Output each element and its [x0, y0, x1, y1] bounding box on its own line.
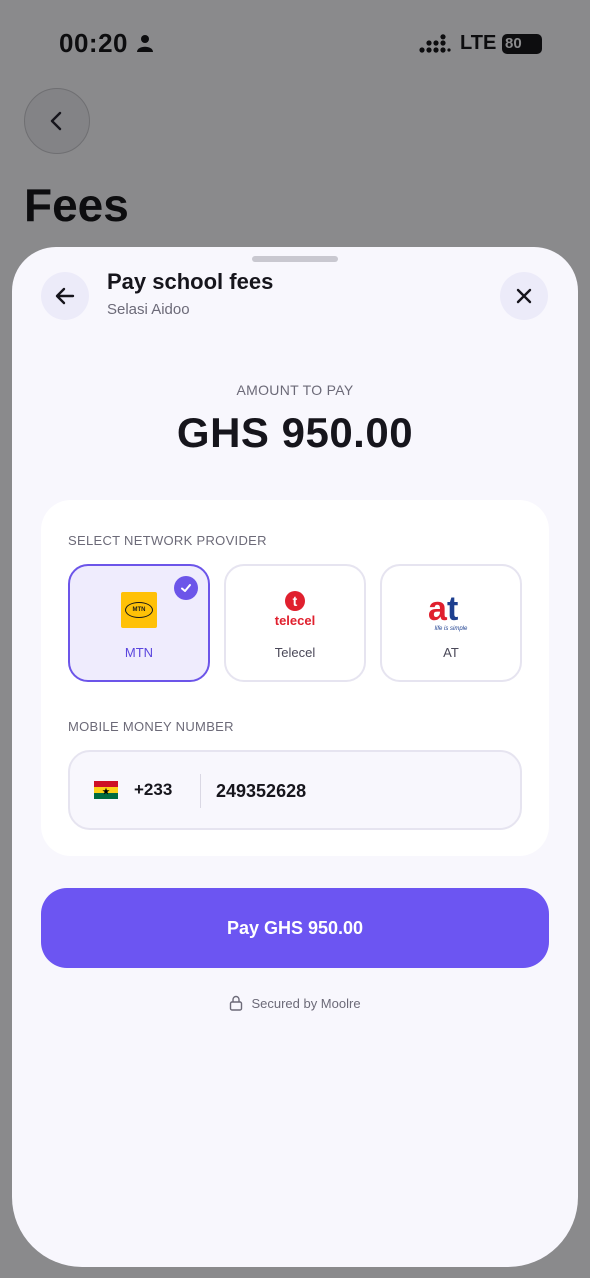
svg-text:life is simple: life is simple — [435, 626, 468, 632]
background-back-button[interactable] — [24, 88, 90, 154]
phone-number-input[interactable] — [216, 772, 506, 810]
status-time: 00:20 — [59, 28, 128, 58]
provider-option-mtn[interactable]: MTN MTN — [68, 564, 210, 682]
at-logo: a t life is simple — [421, 588, 481, 632]
arrow-left-icon — [55, 287, 75, 305]
signal-icon — [419, 34, 451, 53]
mtn-logo: MTN — [117, 588, 161, 632]
provider-name: Telecel — [274, 645, 316, 660]
close-button[interactable] — [500, 272, 548, 320]
payment-details-card: SELECT NETWORK PROVIDER MTN MTN t telece… — [41, 500, 549, 856]
pay-button[interactable]: Pay GHS 950.00 — [41, 888, 549, 968]
lock-icon — [230, 995, 243, 1011]
svg-text:telecel: telecel — [275, 613, 315, 628]
provider-option-at[interactable]: a t life is simple AT — [380, 564, 522, 682]
sheet-title: Pay school fees — [107, 269, 274, 294]
payment-sheet: Pay school fees Selasi Aidoo AMOUNT TO P… — [12, 247, 578, 1267]
network-type: LTE — [460, 32, 497, 54]
battery-level: 80 — [505, 35, 522, 52]
svg-text:t: t — [447, 590, 458, 628]
check-icon — [174, 576, 198, 600]
secured-text: Secured by Moolre — [251, 995, 361, 1011]
provider-option-telecel[interactable]: t telecel Telecel — [224, 564, 366, 682]
field-divider — [200, 774, 201, 808]
provider-section-label: SELECT NETWORK PROVIDER — [68, 533, 267, 548]
mobile-money-label: MOBILE MONEY NUMBER — [68, 719, 234, 734]
background-page-title: Fees — [24, 179, 129, 231]
svg-text:t: t — [293, 593, 298, 609]
provider-name: MTN — [124, 645, 154, 660]
close-icon — [516, 288, 532, 304]
ghana-flag-icon — [94, 781, 118, 799]
chevron-left-icon — [50, 111, 62, 131]
amount-value: GHS 950.00 — [176, 409, 414, 456]
secured-note: Secured by Moolre — [12, 995, 578, 1011]
country-code-selector[interactable]: +233 — [134, 780, 172, 800]
sheet-subtitle: Selasi Aidoo — [107, 301, 190, 318]
svg-text:a: a — [428, 590, 448, 628]
telecel-logo: t telecel — [265, 588, 325, 632]
battery-icon: 80 — [502, 34, 542, 54]
amount-label: AMOUNT TO PAY — [236, 382, 354, 398]
status-bar: 00:20 LTE 80 — [0, 0, 590, 90]
person-icon — [137, 35, 153, 52]
provider-name: AT — [443, 645, 459, 660]
phone-number-field[interactable]: +233 — [68, 750, 522, 830]
back-button[interactable] — [41, 272, 89, 320]
sheet-grabber[interactable] — [252, 256, 338, 262]
